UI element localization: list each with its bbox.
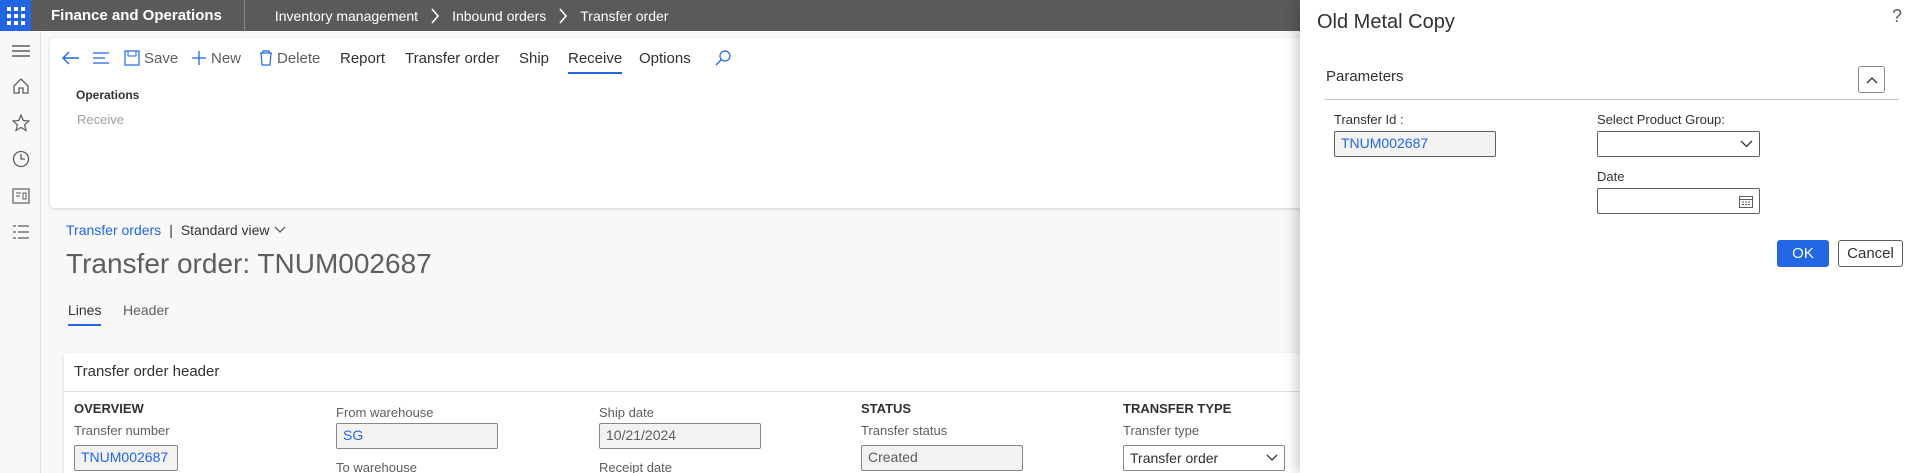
- transfer-id-field[interactable]: TNUM002687: [1334, 131, 1496, 157]
- app-title[interactable]: Finance and Operations: [31, 0, 245, 31]
- save-button[interactable]: Save: [124, 46, 178, 70]
- transfer-type-value: Transfer order: [1130, 450, 1219, 466]
- receive-tab[interactable]: Receive: [568, 46, 623, 74]
- page-breadcrumb: Transfer orders | Standard view: [66, 222, 286, 238]
- modules-list-icon[interactable]: [11, 222, 31, 242]
- receive-action-disabled: Receive: [77, 112, 124, 127]
- workspace-icon[interactable]: [11, 186, 31, 206]
- back-button[interactable]: [62, 46, 84, 70]
- divider: [64, 391, 1444, 392]
- transfer-type-select[interactable]: Transfer order: [1123, 445, 1285, 471]
- date-field[interactable]: [1597, 188, 1760, 214]
- to-warehouse-label: To warehouse: [336, 460, 417, 473]
- breadcrumb-item-transfer-order[interactable]: Transfer order: [580, 8, 668, 24]
- old-metal-copy-dialog: Old Metal Copy ? Parameters Transfer Id …: [1300, 0, 1920, 473]
- product-group-select[interactable]: [1597, 131, 1760, 157]
- clock-icon[interactable]: [11, 149, 31, 169]
- section-divider: [1324, 99, 1899, 100]
- ok-button[interactable]: OK: [1777, 240, 1829, 267]
- collapse-button[interactable]: [1858, 66, 1885, 93]
- parameters-section-header[interactable]: Parameters: [1326, 68, 1404, 85]
- operations-group-title: Operations: [76, 88, 140, 102]
- card-title: Transfer order header: [74, 363, 220, 380]
- chevron-down-icon: [1740, 140, 1753, 148]
- tab-header[interactable]: Header: [123, 302, 169, 324]
- chevron-right-icon: [430, 7, 440, 24]
- chevron-right-icon: [558, 7, 568, 24]
- transfer-order-tab[interactable]: Transfer order: [405, 46, 499, 70]
- breadcrumb-item-inventory[interactable]: Inventory management: [275, 8, 418, 24]
- transfer-status-field[interactable]: Created: [861, 445, 1023, 471]
- ship-date-field[interactable]: 10/21/2024: [599, 423, 761, 449]
- transfer-id-label: Transfer Id :: [1334, 112, 1404, 127]
- overview-section-label: OVERVIEW: [74, 401, 144, 416]
- help-icon[interactable]: ?: [1892, 6, 1902, 27]
- tab-lines[interactable]: Lines: [68, 302, 102, 326]
- app-launcher-button[interactable]: [0, 0, 31, 31]
- from-warehouse-field[interactable]: SG: [336, 423, 498, 449]
- receipt-date-label: Receipt date: [599, 460, 672, 473]
- home-icon[interactable]: [11, 76, 31, 96]
- search-icon[interactable]: [715, 46, 735, 70]
- report-button[interactable]: Report: [340, 46, 385, 70]
- transfer-orders-link[interactable]: Transfer orders: [66, 222, 161, 238]
- status-section-label: STATUS: [861, 401, 912, 416]
- trash-icon: [260, 50, 272, 66]
- options-tab[interactable]: Options: [639, 46, 691, 70]
- delete-button[interactable]: Delete: [259, 46, 320, 70]
- date-label: Date: [1597, 169, 1625, 184]
- cancel-button[interactable]: Cancel: [1838, 240, 1903, 267]
- navigation-rail: [0, 31, 41, 473]
- view-selector[interactable]: Standard view: [181, 222, 286, 238]
- transfer-status-label: Transfer status: [861, 423, 948, 438]
- product-group-label: Select Product Group:: [1597, 112, 1725, 127]
- breadcrumb: Inventory management Inbound orders Tran…: [245, 8, 669, 24]
- ship-tab[interactable]: Ship: [519, 46, 549, 70]
- transfer-number-label: Transfer number: [74, 423, 170, 438]
- transfer-type-label: Transfer type: [1123, 423, 1200, 438]
- transfer-number-field[interactable]: TNUM002687: [74, 445, 178, 471]
- transfer-order-header-card: Transfer order header OVERVIEW Transfer …: [64, 353, 1444, 473]
- from-warehouse-label: From warehouse: [336, 405, 434, 420]
- plus-icon: [192, 51, 206, 65]
- waffle-icon: [6, 6, 25, 25]
- action-pane: Save New Delete Report Transfer order Sh…: [50, 38, 1430, 208]
- chevron-up-icon: [1866, 76, 1877, 83]
- star-icon[interactable]: [11, 113, 31, 133]
- separator: |: [169, 222, 173, 238]
- save-icon: [124, 50, 140, 66]
- delete-label: Delete: [277, 49, 321, 67]
- page-title: Transfer order: TNUM002687: [66, 248, 432, 279]
- ship-date-label: Ship date: [599, 405, 654, 420]
- hamburger-icon[interactable]: [11, 41, 31, 61]
- breadcrumb-item-inbound[interactable]: Inbound orders: [452, 8, 546, 24]
- menu-icon[interactable]: [92, 46, 114, 70]
- view-label: Standard view: [180, 222, 270, 238]
- calendar-icon[interactable]: [1739, 195, 1753, 208]
- save-label: Save: [144, 49, 179, 67]
- new-button[interactable]: New: [191, 46, 241, 70]
- dialog-title: Old Metal Copy: [1317, 11, 1455, 33]
- chevron-down-icon: [1266, 454, 1278, 461]
- chevron-down-icon: [274, 226, 286, 233]
- new-label: New: [211, 49, 242, 67]
- transfer-type-section-label: TRANSFER TYPE: [1123, 401, 1232, 416]
